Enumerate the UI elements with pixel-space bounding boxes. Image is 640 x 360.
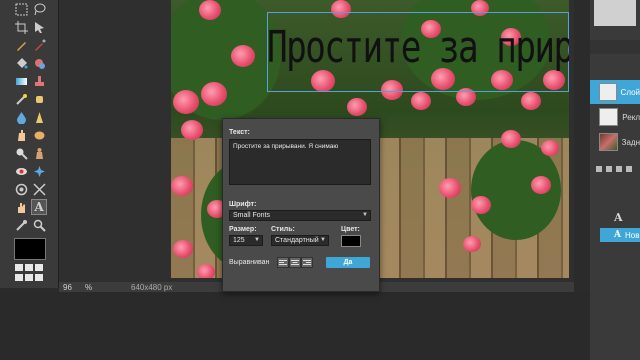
align-center-icon[interactable] xyxy=(289,257,301,268)
zoom-value[interactable]: 96 xyxy=(63,283,85,292)
layers-panel-header xyxy=(590,40,640,54)
layer-name: Рекл xyxy=(622,112,640,122)
hand-tool-icon[interactable] xyxy=(14,200,28,214)
rose xyxy=(173,240,193,258)
stamp-tool-icon[interactable] xyxy=(32,74,46,88)
text-input[interactable]: Простите за прирывани. Я снимаю xyxy=(229,139,371,185)
red-eye-tool-icon[interactable] xyxy=(14,164,28,178)
color-label: Цвет: xyxy=(341,226,360,233)
color-replace-icon[interactable] xyxy=(32,56,46,70)
style-select[interactable]: Стандартный ▼ xyxy=(271,235,329,246)
layer-item[interactable]: Рекл xyxy=(590,105,640,129)
marquee-tool-icon[interactable] xyxy=(14,2,28,16)
rose xyxy=(501,130,521,148)
heal-tool-icon[interactable] xyxy=(32,92,46,106)
layer-thumbnail xyxy=(599,108,619,126)
text-label: Текст: xyxy=(229,129,250,136)
brush-tool-icon[interactable] xyxy=(32,38,46,52)
layers-panel: Слой Рекл Задн xyxy=(590,0,640,360)
size-select[interactable]: 125 ▼ xyxy=(229,235,263,246)
sponge-tool-icon[interactable] xyxy=(32,128,46,142)
layer-action-icon[interactable] xyxy=(596,166,602,172)
layer-action-icon[interactable] xyxy=(626,166,632,172)
tools-panel: A xyxy=(0,0,59,288)
zoom-unit: % xyxy=(85,282,93,292)
picker-tool-icon[interactable] xyxy=(14,218,28,232)
align-left-icon[interactable] xyxy=(277,257,289,268)
align-label: Выравниван xyxy=(229,259,270,266)
font-value: Small Fonts xyxy=(233,212,270,219)
chevron-down-icon: ▼ xyxy=(254,237,260,243)
font-label: Шрифт: xyxy=(229,201,257,208)
crop-tool-icon[interactable] xyxy=(14,20,28,34)
navigator-thumbnail[interactable] xyxy=(594,0,636,26)
rose xyxy=(181,120,203,140)
layer-action-icon[interactable] xyxy=(606,166,612,172)
rose xyxy=(173,90,199,114)
ok-button[interactable]: Да xyxy=(326,257,370,268)
blur-tool-icon[interactable] xyxy=(14,110,28,124)
font-select[interactable]: Small Fonts ▼ xyxy=(229,210,371,221)
type-history-icon: A xyxy=(614,230,621,240)
foreground-color-swatch[interactable] xyxy=(14,238,46,260)
size-label: Размер: xyxy=(229,226,257,233)
layer-actions xyxy=(590,162,640,176)
burn-tool-icon[interactable] xyxy=(32,146,46,160)
rose xyxy=(347,98,367,116)
spot-heal-icon[interactable] xyxy=(32,164,46,178)
bloat-tool-icon[interactable] xyxy=(14,182,28,196)
rose xyxy=(411,92,431,110)
rose xyxy=(521,92,541,110)
history-panel: A A Нов xyxy=(600,192,640,252)
pinch-tool-icon[interactable] xyxy=(32,182,46,196)
rose xyxy=(199,0,221,20)
move-tool-icon[interactable] xyxy=(32,20,46,34)
text-tool-dialog: Текст: Простите за прирывани. Я снимаю Ш… xyxy=(222,118,380,292)
rose xyxy=(231,45,255,67)
zoom-tool-icon[interactable] xyxy=(32,218,46,232)
history-item[interactable]: A xyxy=(600,210,640,224)
rose xyxy=(171,176,193,196)
wand-tool-icon[interactable] xyxy=(14,92,28,106)
layer-action-icon[interactable] xyxy=(616,166,622,172)
pencil-tool-icon[interactable] xyxy=(14,38,28,52)
sharpen-tool-icon[interactable] xyxy=(32,110,46,124)
canvas-text-layer[interactable]: Простите за прирь xyxy=(267,22,569,73)
history-item[interactable]: A Нов xyxy=(600,228,640,242)
empty-workspace-bottom xyxy=(0,292,640,360)
rose xyxy=(471,196,491,214)
layer-name: Задн xyxy=(621,137,640,147)
rose xyxy=(541,140,559,156)
rose xyxy=(439,178,461,198)
rose xyxy=(531,176,551,194)
gradient-tool-icon[interactable] xyxy=(14,74,28,88)
chevron-down-icon: ▼ xyxy=(320,237,326,243)
layer-thumbnail xyxy=(599,133,618,151)
text-color-swatch[interactable] xyxy=(341,235,361,247)
style-value: Стандартный xyxy=(275,237,319,244)
type-tool-icon[interactable]: A xyxy=(31,199,47,215)
smudge-tool-icon[interactable] xyxy=(14,128,28,142)
layer-item[interactable]: Задн xyxy=(590,130,640,154)
style-label: Стиль: xyxy=(271,226,295,233)
paint-bucket-icon[interactable] xyxy=(14,56,28,70)
size-value: 125 xyxy=(233,237,245,244)
dodge-tool-icon[interactable] xyxy=(14,146,28,160)
rose xyxy=(197,264,215,278)
chevron-down-icon: ▼ xyxy=(362,212,368,218)
layer-name: Слой xyxy=(620,87,640,97)
rose xyxy=(463,236,481,252)
rose xyxy=(201,82,227,106)
align-right-icon[interactable] xyxy=(301,257,313,268)
view-mode-grid-icon[interactable] xyxy=(15,264,45,282)
type-history-icon: A xyxy=(614,210,623,224)
image-dimensions: 640x480 px xyxy=(131,282,173,292)
lasso-tool-icon[interactable] xyxy=(32,2,46,16)
layer-item[interactable]: Слой xyxy=(590,80,640,104)
layer-thumbnail xyxy=(599,83,617,101)
history-label: Нов xyxy=(624,230,640,240)
